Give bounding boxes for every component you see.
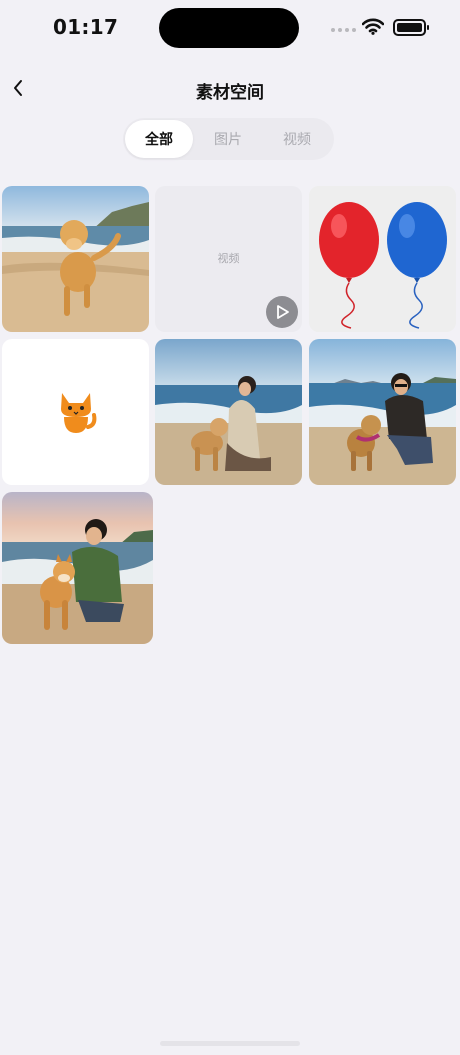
dog-beach-photo [2,186,149,332]
media-filter-tabs: 全部 图片 视频 [123,118,334,160]
play-button[interactable] [266,296,298,328]
media-item-video[interactable]: 视频 [155,186,302,332]
battery-icon [393,19,429,36]
tab-all[interactable]: 全部 [125,120,193,158]
woman-dog-beach-photo [155,339,302,485]
signal-dots-icon [331,28,356,32]
dynamic-island [159,8,299,48]
home-indicator [160,1041,300,1046]
media-item-woman-with-dog[interactable] [155,339,302,485]
nav-bar: 素材空间 [0,66,460,110]
page-title: 素材空间 [196,83,264,103]
media-item-golden-retriever[interactable] [2,186,149,332]
media-item-cat-emoji[interactable] [2,339,149,485]
woman-shiba-sunset-photo [2,492,153,644]
tab-images[interactable]: 图片 [194,120,262,158]
wifi-icon [362,18,384,35]
media-item-man-with-dog[interactable] [309,339,456,485]
tab-videos[interactable]: 视频 [263,120,331,158]
video-placeholder-label: 视频 [217,252,240,265]
cat-icon [61,393,97,433]
balloons-photo [309,186,456,332]
man-dog-beach-photo [309,339,456,485]
status-time: 01:17 [53,15,119,39]
media-item-balloons[interactable] [309,186,456,332]
play-icon [277,305,289,319]
media-item-woman-with-shiba[interactable] [2,492,153,644]
status-bar: 01:17 [0,0,460,56]
